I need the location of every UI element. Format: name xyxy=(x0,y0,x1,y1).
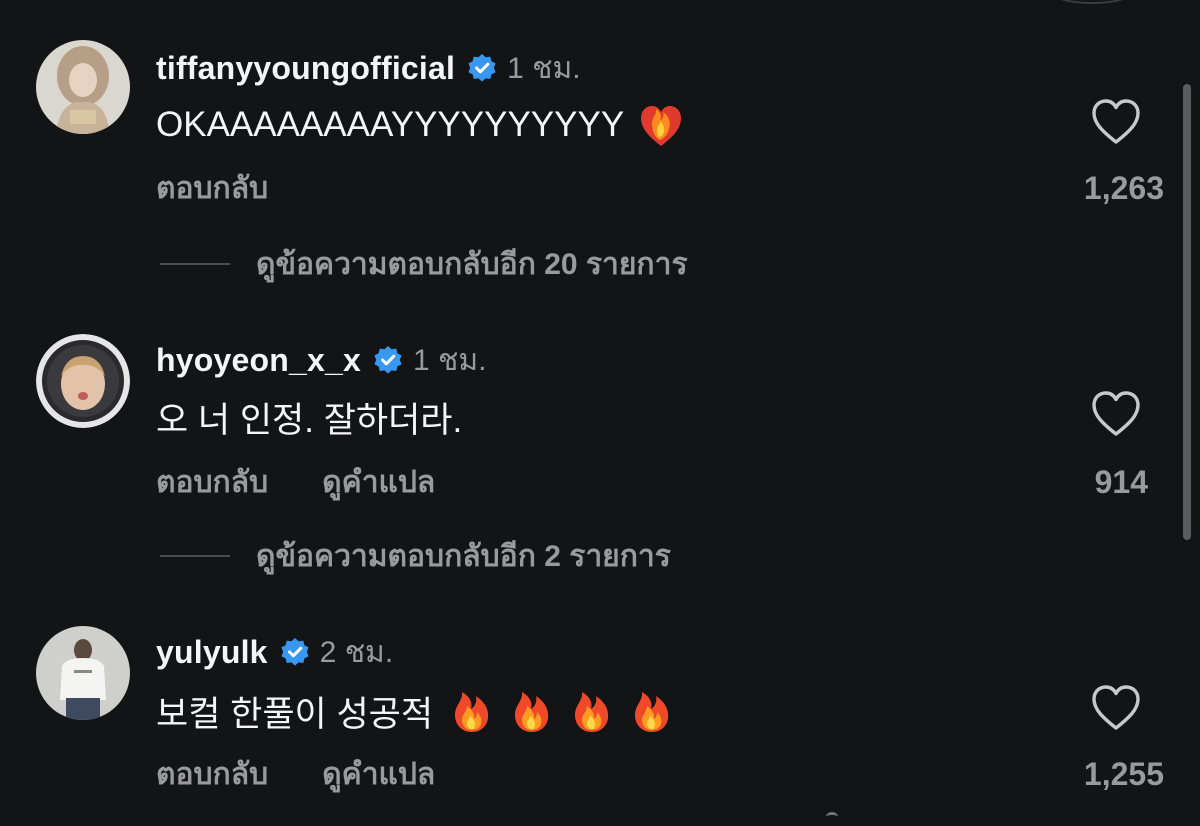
see-translation-button[interactable]: ดูคำแปล xyxy=(322,751,435,798)
comment-header: hyoyeon_x_x 1 ชม. xyxy=(156,340,486,380)
heart-outline-icon xyxy=(1092,99,1140,144)
reply-button[interactable]: ตอบกลับ xyxy=(156,165,268,212)
replies-divider xyxy=(160,555,230,557)
see-translation-button[interactable]: ดูคำแปล xyxy=(322,459,435,506)
view-replies-label[interactable]: ดูข้อความตอบกลับอีก 2 รายการ xyxy=(256,533,671,580)
view-replies-label[interactable]: ดูข้อความตอบกลับอีก 20 รายการ xyxy=(256,241,688,288)
replies-divider xyxy=(160,263,230,265)
comment-header: yulyulk 2 ชม. xyxy=(156,632,393,672)
fire-emoji xyxy=(629,688,675,734)
username[interactable]: yulyulk xyxy=(156,634,268,671)
verified-badge-icon xyxy=(373,345,403,375)
avatar[interactable] xyxy=(36,40,130,134)
fire-emoji xyxy=(569,688,615,734)
fire-emoji xyxy=(449,688,495,734)
timestamp: 1 ชม. xyxy=(412,343,487,377)
avatar[interactable] xyxy=(36,626,130,720)
comments-screen: tiffanyyoungofficial 1 ชม. OKAAAAAAAAYYY… xyxy=(0,0,1200,826)
like-count: 914 xyxy=(1094,464,1148,500)
top-edge-control xyxy=(1052,0,1132,4)
like-button[interactable] xyxy=(1090,390,1142,438)
comment-text: 보컬 한풀이 성공적 xyxy=(156,686,675,736)
view-replies[interactable]: ดูข้อความตอบกลับอีก 2 รายการ xyxy=(160,536,671,576)
like-button[interactable] xyxy=(1090,98,1142,146)
heart-outline-icon xyxy=(1092,391,1140,436)
comment-actions: ตอบกลับ ดูคำแปล xyxy=(156,462,435,502)
heart-on-fire-emoji xyxy=(638,102,684,148)
scrollbar[interactable] xyxy=(1183,84,1191,540)
timestamp: 2 ชม. xyxy=(319,635,394,669)
username[interactable]: tiffanyyoungofficial xyxy=(156,50,455,87)
verified-badge-icon xyxy=(280,637,310,667)
like-count: 1,263 xyxy=(1083,170,1164,206)
avatar[interactable] xyxy=(36,334,130,428)
timestamp: 1 ชม. xyxy=(507,51,581,85)
comment-text-content: 보컬 한풀이 성공적 xyxy=(156,694,434,734)
verified-badge-icon xyxy=(467,53,497,83)
fire-emoji xyxy=(509,688,555,734)
like-count: 1,255 xyxy=(1083,756,1164,792)
view-replies[interactable]: ดูข้อความตอบกลับอีก 20 รายการ xyxy=(160,244,688,284)
comment-text: 오 너 인정. 잘하더라. xyxy=(156,392,462,442)
comment-text: OKAAAAAAAAYYYYYYYYYY xyxy=(156,100,684,150)
reply-button[interactable]: ตอบกลับ xyxy=(156,751,268,798)
username[interactable]: hyoyeon_x_x xyxy=(156,342,361,379)
heart-outline-icon xyxy=(1092,685,1140,730)
comment-header: tiffanyyoungofficial 1 ชม. xyxy=(156,48,581,88)
comment-text-content: OKAAAAAAAAYYYYYYYYYY xyxy=(156,105,625,144)
like-button[interactable] xyxy=(1090,684,1142,732)
reply-button[interactable]: ตอบกลับ xyxy=(156,459,268,506)
next-comment-edge xyxy=(826,812,838,821)
comment-actions: ตอบกลับ ดูคำแปล xyxy=(156,754,435,794)
comment-text-content: 오 너 인정. 잘하더라. xyxy=(156,400,463,440)
comment-actions: ตอบกลับ xyxy=(156,168,268,208)
